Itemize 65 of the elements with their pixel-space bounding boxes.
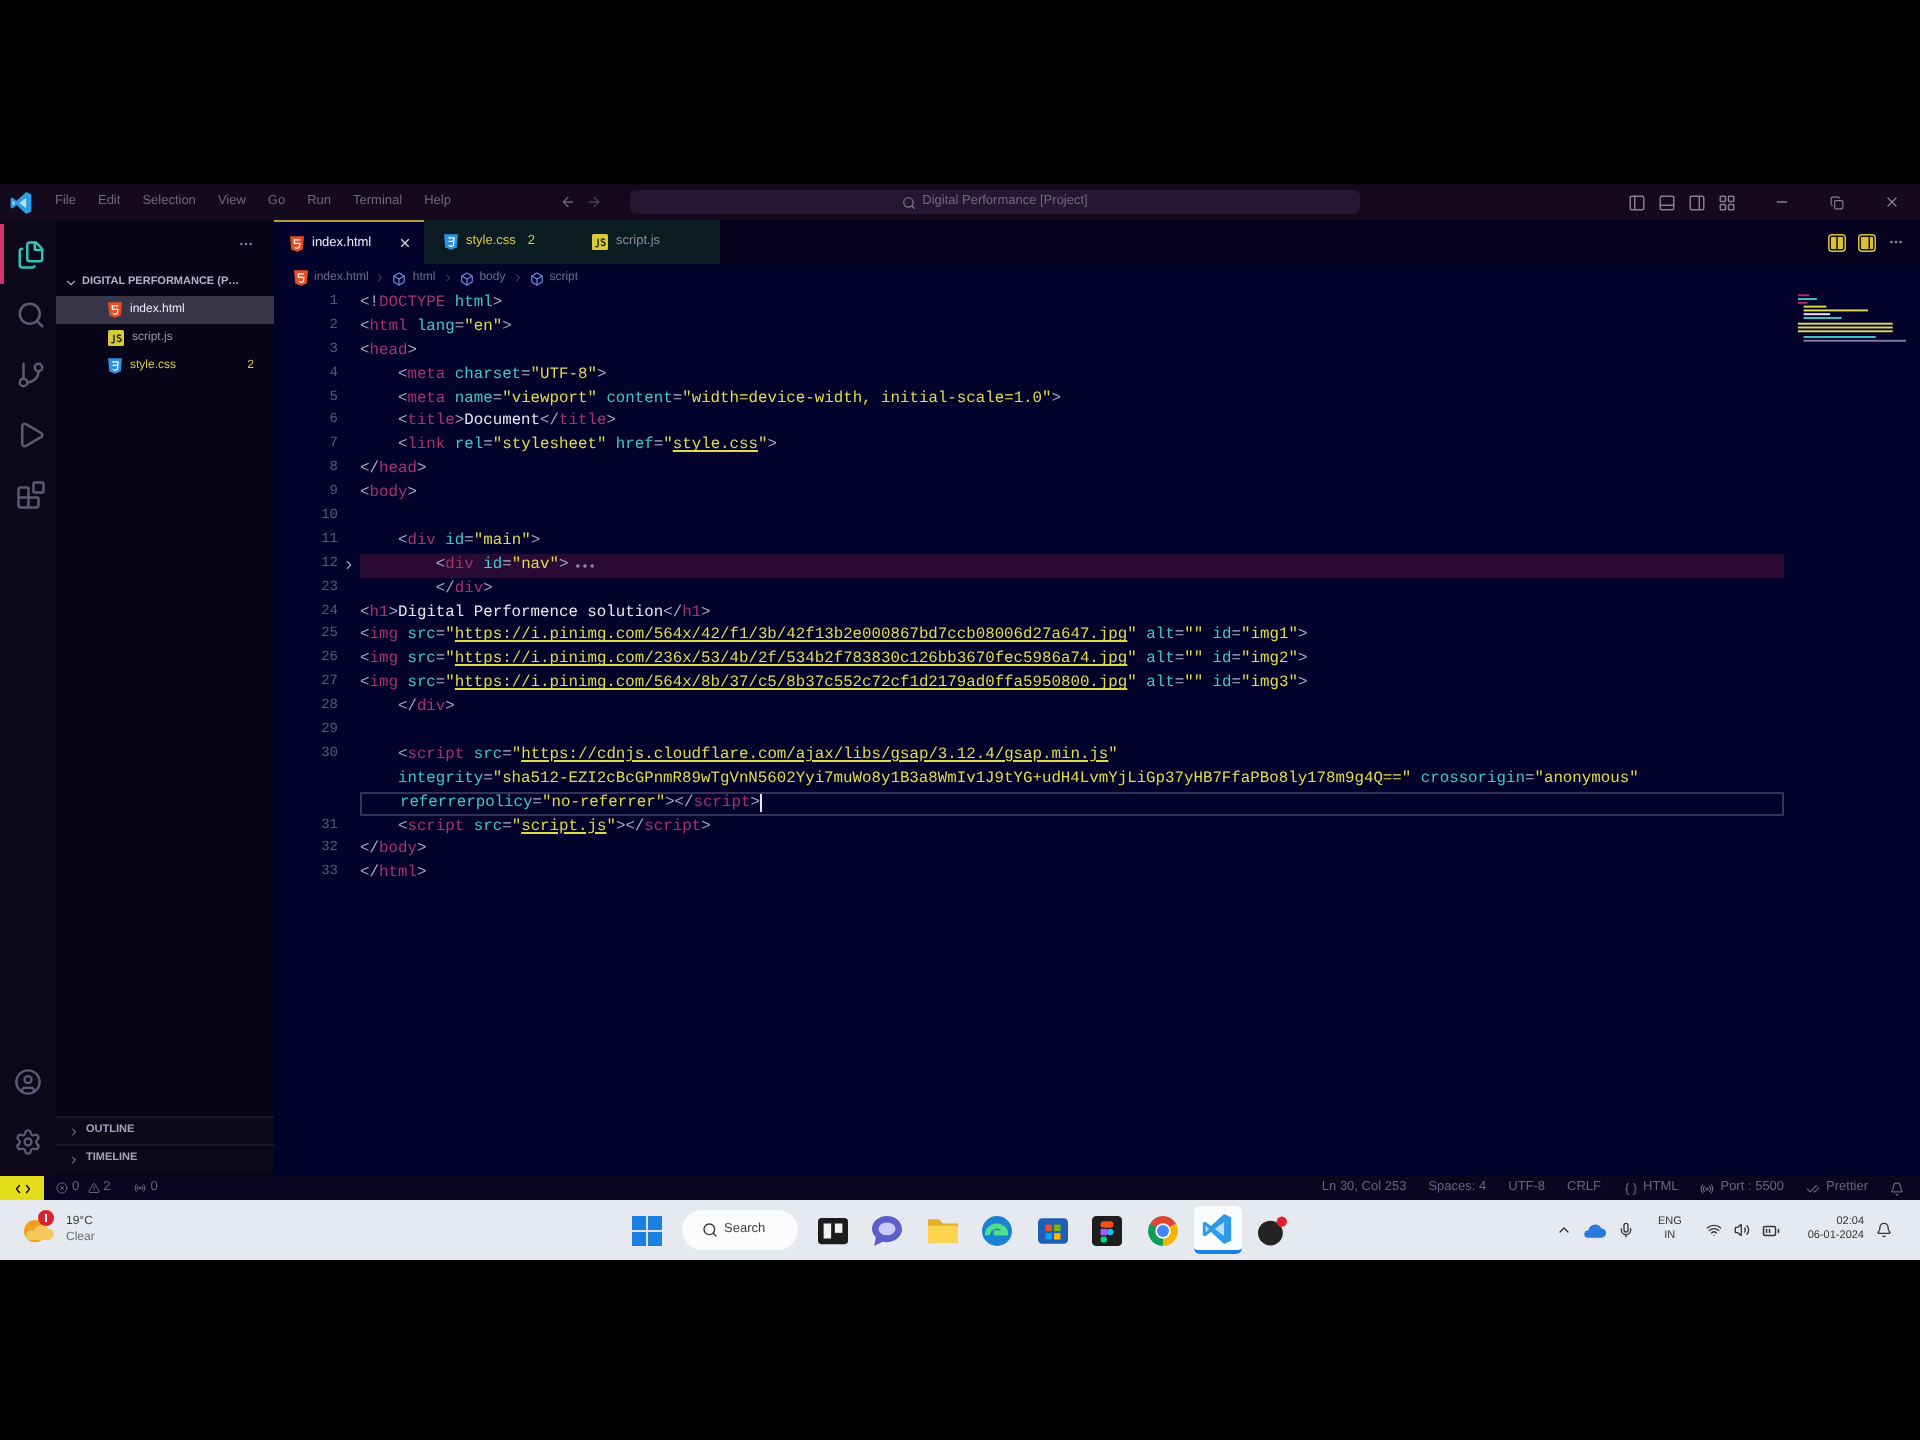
round-browser-icon: [1147, 1215, 1177, 1245]
speaker-icon[interactable]: [1733, 1222, 1750, 1238]
settings-icon: [14, 1128, 42, 1156]
css-file-icon: [108, 358, 122, 374]
fold-chevron-icon[interactable]: [342, 558, 356, 573]
play-icon: [15, 419, 45, 449]
minimap-drawing: [1796, 294, 1906, 342]
double-check-icon: [1806, 1181, 1821, 1195]
chat-bubble-icon: [872, 1215, 902, 1245]
chevron-right-icon: [374, 272, 387, 284]
columns-icon[interactable]: [1828, 233, 1846, 251]
error-icon: [56, 1182, 68, 1194]
wave-circle-icon: [982, 1215, 1012, 1245]
search-icon: [902, 195, 917, 209]
dark-panes-icon: [817, 1215, 847, 1245]
app-logo-icon: [10, 191, 32, 213]
restore-icon: [1829, 195, 1843, 209]
cube-icon: [459, 271, 474, 285]
panel-bottom-icon[interactable]: [1658, 193, 1676, 211]
chevron-up-icon[interactable]: [1555, 1222, 1572, 1238]
search-icon: [702, 1222, 718, 1238]
code-editor-icon: [1202, 1213, 1232, 1243]
account-icon: [14, 1068, 42, 1096]
panel-left-icon[interactable]: [1628, 193, 1646, 211]
grid-tile-icon: [1037, 1215, 1067, 1245]
chevron-right-icon: [441, 272, 454, 284]
js-file-icon: [108, 330, 124, 346]
search-icon: [15, 299, 45, 329]
chevron-right-icon: [511, 272, 524, 284]
warning-icon: [87, 1182, 100, 1194]
code-brackets-icon: [15, 1183, 29, 1193]
panel-icon[interactable]: [1858, 233, 1876, 251]
css-file-icon: [444, 234, 458, 250]
blocks-icon: [15, 479, 45, 509]
branch-icon: [15, 359, 45, 389]
cube-icon: [392, 271, 407, 285]
cube-icon: [529, 271, 544, 285]
broadcast-icon: [1700, 1181, 1715, 1195]
layout-grid-icon[interactable]: [1718, 193, 1736, 211]
panel-right-icon[interactable]: [1688, 193, 1706, 211]
html-file-icon: [108, 302, 122, 318]
battery-icon[interactable]: [1761, 1221, 1780, 1239]
fold-ellipsis-icon[interactable]: [576, 563, 595, 568]
folder-icon: [927, 1215, 957, 1245]
broadcast-icon: [134, 1182, 147, 1194]
close-icon: [1884, 194, 1900, 210]
close-icon[interactable]: [398, 236, 412, 250]
chevron-right-icon: [68, 1125, 80, 1137]
remote-button[interactable]: [0, 1176, 44, 1200]
notification-badge-icon: [38, 1210, 54, 1226]
braces-icon: [1623, 1181, 1638, 1195]
chevron-right-icon: [68, 1153, 80, 1165]
wifi-icon[interactable]: [1705, 1222, 1722, 1238]
cloud-icon[interactable]: [1583, 1223, 1606, 1237]
files-icon: [15, 239, 45, 269]
html-file-icon: [290, 235, 304, 251]
text-cursor: [759, 794, 762, 813]
back-arrow-icon[interactable]: [560, 194, 576, 210]
html-file-icon: [294, 270, 308, 286]
dark-ball-icon: [1257, 1215, 1287, 1245]
mic-icon[interactable]: [1617, 1222, 1634, 1238]
dark-app-icon: [1092, 1215, 1122, 1245]
bell-icon[interactable]: [1876, 1222, 1892, 1238]
four-tiles-icon: [631, 1215, 661, 1245]
js-file-icon: [592, 234, 608, 250]
